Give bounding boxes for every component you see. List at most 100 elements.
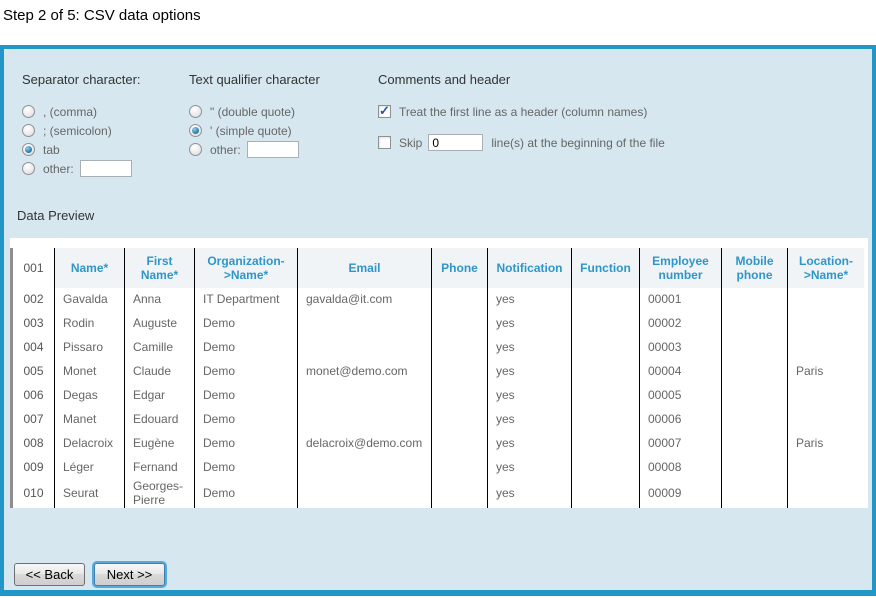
row-number-header: 001 <box>12 248 55 288</box>
data-cell <box>722 312 788 336</box>
data-cell: Fernand <box>125 456 195 480</box>
data-cell <box>572 288 640 312</box>
csv-options-panel: Separator character: , (comma) ; (semico… <box>0 45 876 596</box>
qualifier-title: Text qualifier character <box>189 72 378 87</box>
comments-header-group: Comments and header Treat the first line… <box>378 72 862 178</box>
data-cell: Delacroix <box>55 432 125 456</box>
data-cell <box>788 456 866 480</box>
table-row: 005MonetClaudeDemomonet@demo.comyes00004… <box>12 360 866 384</box>
separator-title: Separator character: <box>22 72 189 87</box>
data-cell <box>432 336 488 360</box>
data-cell: Paris <box>788 432 866 456</box>
radio-option-comma[interactable]: , (comma) <box>22 102 189 121</box>
data-cell: Demo <box>195 336 298 360</box>
data-cell: Eugène <box>125 432 195 456</box>
data-cell <box>298 456 432 480</box>
first-line-header-checkbox-row[interactable]: Treat the first line as a header (column… <box>378 102 862 121</box>
radio-icon[interactable] <box>22 124 35 137</box>
data-cell: yes <box>488 360 572 384</box>
data-cell: gavalda@it.com <box>298 288 432 312</box>
data-cell <box>788 480 866 508</box>
data-cell <box>432 288 488 312</box>
radio-icon-selected[interactable] <box>22 143 35 156</box>
data-cell <box>298 312 432 336</box>
radio-icon[interactable] <box>22 105 35 118</box>
options-row: Separator character: , (comma) ; (semico… <box>4 49 872 178</box>
data-cell <box>572 408 640 432</box>
data-cell: Demo <box>195 360 298 384</box>
data-cell <box>432 312 488 336</box>
data-cell <box>722 408 788 432</box>
row-number-cell: 009 <box>12 456 55 480</box>
column-header: Function <box>572 248 640 288</box>
data-cell: Demo <box>195 456 298 480</box>
radio-option-double-quote[interactable]: " (double quote) <box>189 102 378 121</box>
data-cell: Claude <box>125 360 195 384</box>
radio-icon[interactable] <box>189 143 202 156</box>
column-header: Name* <box>55 248 125 288</box>
column-header: Phone <box>432 248 488 288</box>
data-cell: Anna <box>125 288 195 312</box>
data-cell: 00006 <box>640 408 722 432</box>
data-cell <box>788 312 866 336</box>
data-cell: 00005 <box>640 384 722 408</box>
comments-header-title: Comments and header <box>378 72 862 87</box>
table-row: 004PissaroCamilleDemoyes00003 <box>12 336 866 360</box>
data-cell: Léger <box>55 456 125 480</box>
data-cell <box>722 360 788 384</box>
checkbox-unchecked-icon[interactable] <box>378 136 391 149</box>
preview-table-head: 001Name*First Name*Organization->Name*Em… <box>12 248 866 288</box>
data-cell: Demo <box>195 384 298 408</box>
radio-icon[interactable] <box>22 162 35 175</box>
data-cell: yes <box>488 456 572 480</box>
column-header: Organization->Name* <box>195 248 298 288</box>
skip-lines-input[interactable] <box>428 134 483 151</box>
row-number-cell: 006 <box>12 384 55 408</box>
data-cell: Auguste <box>125 312 195 336</box>
radio-option-qualifier-other[interactable]: other: <box>189 140 378 159</box>
column-header: Notification <box>488 248 572 288</box>
data-cell: 00007 <box>640 432 722 456</box>
back-button[interactable]: << Back <box>14 563 85 586</box>
data-cell <box>788 408 866 432</box>
column-header: Mobile phone <box>722 248 788 288</box>
separator-other-input[interactable] <box>80 160 132 177</box>
radio-icon-selected[interactable] <box>189 124 202 137</box>
radio-option-separator-other[interactable]: other: <box>22 159 189 178</box>
data-cell <box>432 432 488 456</box>
wizard-navigation: << Back Next >> <box>14 563 165 586</box>
data-cell: Manet <box>55 408 125 432</box>
row-number-cell: 002 <box>12 288 55 312</box>
checkbox-checked-icon[interactable] <box>378 105 391 118</box>
radio-option-semicolon[interactable]: ; (semicolon) <box>22 121 189 140</box>
row-number-cell: 007 <box>12 408 55 432</box>
column-header: Location->Name* <box>788 248 866 288</box>
table-row: 009LégerFernandDemoyes00008 <box>12 456 866 480</box>
radio-option-simple-quote[interactable]: ' (simple quote) <box>189 121 378 140</box>
data-cell: Pissaro <box>55 336 125 360</box>
data-cell <box>298 336 432 360</box>
page-title: Step 2 of 5: CSV data options <box>3 7 201 24</box>
next-button[interactable]: Next >> <box>94 563 165 586</box>
radio-option-tab[interactable]: tab <box>22 140 189 159</box>
data-cell <box>432 408 488 432</box>
data-preview-table-container: 001Name*First Name*Organization->Name*Em… <box>10 238 868 508</box>
data-cell <box>722 384 788 408</box>
qualifier-group: Text qualifier character " (double quote… <box>189 72 378 178</box>
radio-icon[interactable] <box>189 105 202 118</box>
data-cell: Demo <box>195 432 298 456</box>
data-cell: Monet <box>55 360 125 384</box>
data-cell: Degas <box>55 384 125 408</box>
data-cell: yes <box>488 432 572 456</box>
data-cell: 00004 <box>640 360 722 384</box>
table-row: 006DegasEdgarDemoyes00005 <box>12 384 866 408</box>
row-number-cell: 010 <box>12 480 55 508</box>
data-cell: 00001 <box>640 288 722 312</box>
preview-table: 001Name*First Name*Organization->Name*Em… <box>10 248 867 508</box>
qualifier-other-input[interactable] <box>247 141 299 158</box>
preview-table-body: 002GavaldaAnnaIT Departmentgavalda@it.co… <box>12 288 866 508</box>
data-cell <box>572 456 640 480</box>
skip-lines-row: Skip line(s) at the beginning of the fil… <box>378 133 862 152</box>
data-cell <box>788 288 866 312</box>
column-header: Email <box>298 248 432 288</box>
